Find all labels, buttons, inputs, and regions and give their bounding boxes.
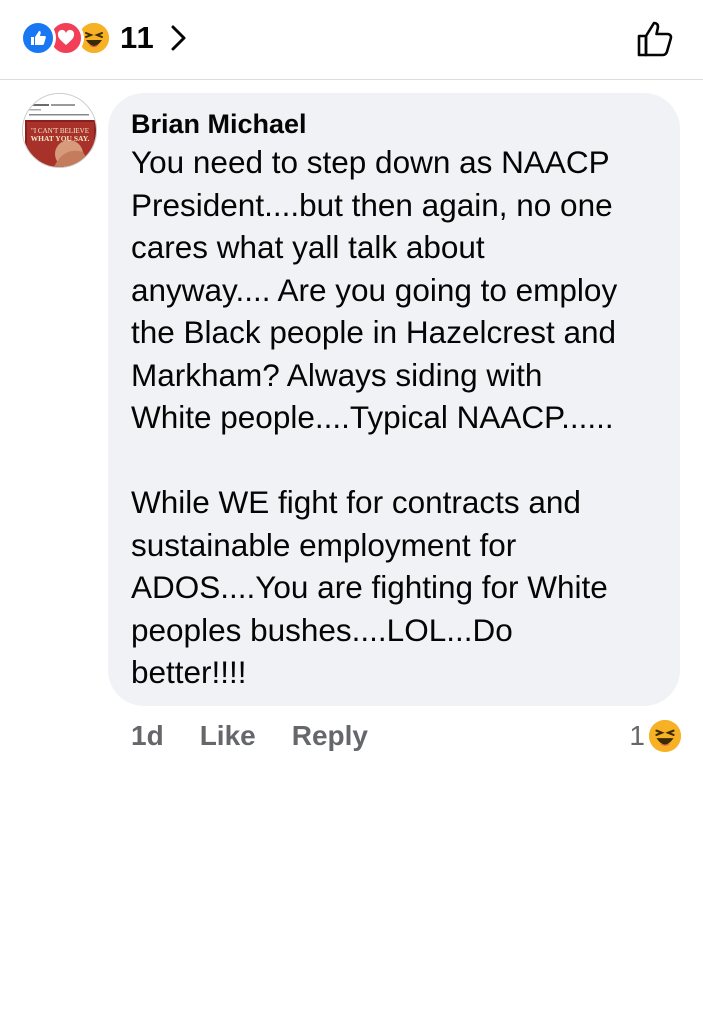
like-button[interactable] [635,18,677,60]
chevron-right-icon[interactable] [169,23,193,53]
comment-reactions[interactable]: 1 [629,716,681,756]
reactions-summary[interactable]: 11 [20,18,193,58]
comment-reply-button[interactable]: Reply [292,720,368,752]
comment-like-button[interactable]: Like [200,720,256,752]
like-icon [20,20,56,56]
comment-actions: 1d Like Reply [131,716,404,756]
comment-bubble: Brian Michael You need to step down as N… [108,93,680,706]
thumbs-up-icon [637,21,673,57]
comment-timestamp[interactable]: 1d [131,720,164,752]
comment-text: You need to step down as NAACP President… [131,144,618,690]
comment-reaction-count: 1 [629,720,645,751]
avatar-caption-2: WHAT YOU SAY. [31,134,90,143]
reactions-header: 11 [0,0,703,80]
haha-icon [649,720,681,752]
comment-author[interactable]: Brian Michael [131,107,660,141]
avatar[interactable]: "I CAN'T BELIEVE WHAT YOU SAY. [22,93,97,168]
reaction-count: 11 [120,20,155,55]
